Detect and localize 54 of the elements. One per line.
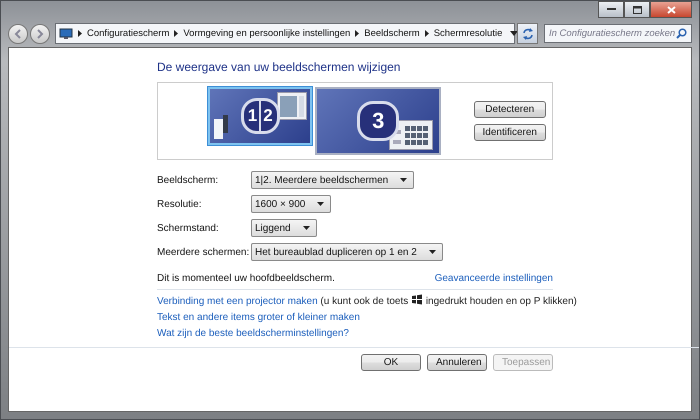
setting-dropdown[interactable]: Het bureaublad dupliceren op 1 en 2 <box>251 243 443 261</box>
projector-hint: Verbinding met een projector maken (u kunt ook de toets ingedrukt houden en op P klikken) <box>157 294 577 307</box>
window-preview-icon <box>277 92 308 120</box>
refresh-icon <box>522 28 534 40</box>
setting-dropdown[interactable]: Liggend <box>251 219 317 237</box>
back-button[interactable] <box>8 24 28 44</box>
close-icon <box>666 6 676 14</box>
setting-label: Resolutie: <box>157 198 202 210</box>
setting-dropdown[interactable]: 1|2. Meerdere beeldschermen <box>251 171 414 189</box>
status-text: Dit is momenteel uw hoofdbeeldscherm. <box>157 273 335 284</box>
caret-icon <box>400 178 408 182</box>
search-icon <box>676 28 687 39</box>
close-button[interactable] <box>650 1 692 18</box>
advanced-settings-link[interactable]: Geavanceerde instellingen <box>434 273 553 284</box>
minimize-icon <box>606 8 616 11</box>
address-bar[interactable]: Configuratiescherm Vormgeving en persoonlijke instellingen Beeldscherm Schermresolutie <box>55 23 515 44</box>
maximize-button[interactable] <box>624 1 650 18</box>
refresh-button[interactable] <box>517 23 538 44</box>
chevron-icon <box>77 30 83 37</box>
caret-icon <box>428 250 436 254</box>
setting-label: Beeldscherm: <box>157 174 220 186</box>
dropdown-caret-icon <box>510 31 518 36</box>
control-panel-icon <box>59 28 73 40</box>
help-link[interactable]: Tekst en andere items groter of kleiner maken <box>157 312 360 323</box>
projector-link[interactable]: Verbinding met een projector maken <box>157 296 318 307</box>
windows-logo-icon <box>411 294 424 305</box>
caret-icon <box>317 202 324 206</box>
caret-icon <box>302 226 310 230</box>
breadcrumb-item[interactable]: Schermresolutie <box>434 28 502 39</box>
control-panel-window-icon <box>389 120 434 150</box>
dialog-button[interactable]: Annuleren <box>427 354 487 371</box>
minimize-button[interactable] <box>598 1 624 18</box>
monitor-tile[interactable]: 3 <box>315 87 442 155</box>
setting-label: Meerdere schermen: <box>157 246 250 258</box>
monitor-tile[interactable]: 1 2 <box>208 87 312 145</box>
start-menu-icon <box>214 115 228 139</box>
chevron-icon <box>173 30 180 37</box>
search-field[interactable]: In Configuratiescherm zoeken <box>544 24 692 43</box>
maximize-icon <box>632 6 642 14</box>
chevron-icon <box>424 30 430 37</box>
dialog-button[interactable]: OK <box>361 354 421 371</box>
page-heading: De weergave van uw beeldschermen wijzigen <box>157 60 402 74</box>
breadcrumb-item[interactable]: Configuratiescherm <box>87 28 170 39</box>
monitor-number-badge: 3 <box>357 101 400 141</box>
chevron-icon <box>354 30 360 37</box>
monitor-number-badge: 1 2 <box>240 98 280 134</box>
breadcrumb-item[interactable]: Beeldscherm <box>364 28 420 39</box>
setting-dropdown[interactable]: 1600 × 900 <box>251 195 332 213</box>
breadcrumb-item[interactable]: Vormgeving en persoonlijke instellingen <box>183 28 350 39</box>
setting-label: Schermstand: <box>157 222 220 234</box>
help-link[interactable]: Wat zijn de beste beeldscherminstellingen? <box>157 328 349 339</box>
monitor-action-button[interactable]: Detecteren <box>474 101 546 118</box>
forward-button[interactable] <box>30 24 50 44</box>
monitor-action-button[interactable]: Identificeren <box>474 124 546 141</box>
